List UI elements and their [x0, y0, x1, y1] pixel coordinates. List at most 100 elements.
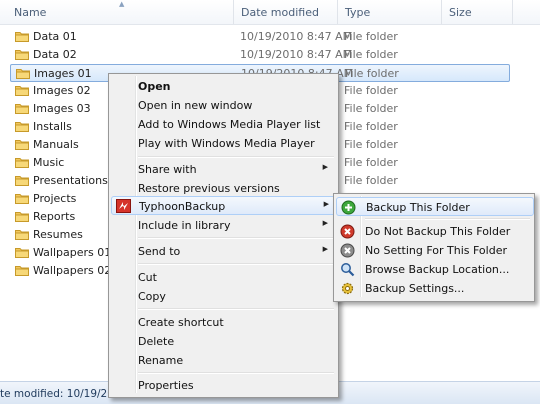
folder-icon	[15, 157, 29, 168]
file-type: File folder	[344, 102, 398, 115]
menu-item-label: Include in library	[138, 219, 231, 232]
menu-item-cut[interactable]: Cut	[111, 268, 336, 287]
column-divider[interactable]	[441, 0, 442, 24]
column-name[interactable]: Name	[14, 6, 46, 19]
file-type: File folder	[344, 84, 398, 97]
folder-icon	[15, 121, 29, 132]
file-name: Reports	[33, 210, 76, 223]
menu-item-label: Delete	[138, 335, 175, 348]
menu-item-share-with[interactable]: Share with ▶	[111, 160, 336, 179]
submenu-arrow-icon: ▶	[322, 219, 328, 227]
menu-separator	[138, 237, 334, 239]
folder-icon	[15, 193, 29, 204]
menu-separator	[138, 263, 334, 265]
menu-item-typhoon-backup[interactable]: TyphoonBackup ▶	[111, 196, 338, 215]
file-name: Wallpapers 01	[33, 246, 112, 259]
file-date: 10/19/2010 8:47 AM	[240, 48, 353, 61]
typhoon-submenu: Backup This Folder Do Not Backup This Fo…	[333, 193, 535, 302]
menu-item-open-new-window[interactable]: Open in new window	[111, 96, 336, 115]
menu-item-label: Do Not Backup This Folder	[365, 225, 511, 238]
menu-item-label: Open	[138, 80, 171, 93]
menu-item-label: Backup This Folder	[366, 201, 470, 214]
menu-item-copy[interactable]: Copy	[111, 287, 336, 306]
folder-icon	[15, 175, 29, 186]
magnifier-icon	[340, 262, 355, 277]
menu-item-label: Open in new window	[138, 99, 253, 112]
menu-item-rename[interactable]: Rename	[111, 351, 336, 370]
folder-icon	[15, 265, 29, 276]
menu-item-label: Rename	[138, 354, 184, 367]
gear-icon	[340, 281, 355, 296]
file-row[interactable]: Data 01 10/19/2010 8:47 AM File folder	[10, 28, 508, 46]
menu-item-include-library[interactable]: Include in library ▶	[111, 216, 336, 235]
menu-item-play-wmp[interactable]: Play with Windows Media Player	[111, 134, 336, 153]
file-name: Images 01	[34, 67, 92, 80]
menu-item-backup-folder[interactable]: Backup This Folder	[336, 197, 534, 216]
file-name: Images 03	[33, 102, 91, 115]
gray-x-icon	[340, 243, 355, 258]
folder-icon	[15, 31, 29, 42]
sort-ascending-icon: ▲	[119, 0, 125, 8]
menu-item-browse-location[interactable]: Browse Backup Location...	[336, 260, 532, 279]
green-plus-icon	[341, 200, 356, 215]
file-type: File folder	[344, 30, 398, 43]
menu-item-properties[interactable]: Properties	[111, 376, 336, 395]
file-type: File folder	[344, 48, 398, 61]
column-type[interactable]: Type	[345, 6, 370, 19]
folder-icon	[15, 85, 29, 96]
menu-item-create-shortcut[interactable]: Create shortcut	[111, 313, 336, 332]
file-name: Installs	[33, 120, 72, 133]
folder-icon	[15, 103, 29, 114]
file-name: Images 02	[33, 84, 91, 97]
file-type: File folder	[344, 156, 398, 169]
menu-item-label: Play with Windows Media Player	[138, 137, 315, 150]
menu-item-add-wmp-list[interactable]: Add to Windows Media Player list	[111, 115, 336, 134]
menu-item-label: Send to	[138, 245, 181, 258]
menu-item-label: Create shortcut	[138, 316, 224, 329]
menu-separator	[138, 156, 334, 158]
file-name: Projects	[33, 192, 77, 205]
file-name: Data 02	[33, 48, 77, 61]
menu-item-label: TyphoonBackup	[139, 200, 226, 213]
submenu-arrow-icon: ▶	[322, 245, 328, 253]
red-x-icon	[340, 224, 355, 239]
menu-item-label: Cut	[138, 271, 157, 284]
file-name: Resumes	[33, 228, 83, 241]
submenu-arrow-icon: ▶	[322, 163, 328, 171]
column-divider[interactable]	[512, 0, 513, 24]
file-name: Data 01	[33, 30, 77, 43]
folder-icon	[15, 211, 29, 222]
typhoon-backup-icon	[116, 199, 131, 213]
menu-item-delete[interactable]: Delete	[111, 332, 336, 351]
column-header: ▲ Name Date modified Type Size	[0, 0, 540, 25]
file-type: File folder	[345, 67, 399, 80]
column-size[interactable]: Size	[449, 6, 472, 19]
menu-separator	[138, 372, 334, 374]
menu-item-no-setting[interactable]: No Setting For This Folder	[336, 241, 532, 260]
file-name: Presentations	[33, 174, 108, 187]
column-divider[interactable]	[233, 0, 234, 24]
file-row[interactable]: Data 02 10/19/2010 8:47 AM File folder	[10, 46, 508, 64]
menu-item-label: No Setting For This Folder	[365, 244, 507, 257]
folder-icon	[15, 247, 29, 258]
column-date-modified[interactable]: Date modified	[241, 6, 319, 19]
file-type: File folder	[344, 174, 398, 187]
menu-item-label: Backup Settings...	[365, 282, 465, 295]
menu-separator	[365, 218, 530, 220]
folder-icon	[15, 229, 29, 240]
folder-icon	[15, 139, 29, 150]
menu-item-send-to[interactable]: Send to ▶	[111, 242, 336, 261]
file-type: File folder	[344, 138, 398, 151]
submenu-arrow-icon: ▶	[323, 200, 329, 208]
menu-item-do-not-backup[interactable]: Do Not Backup This Folder	[336, 222, 532, 241]
column-divider[interactable]	[337, 0, 338, 24]
menu-separator	[138, 308, 334, 310]
folder-icon	[16, 68, 30, 79]
menu-item-open[interactable]: Open	[111, 77, 336, 96]
menu-item-label: Browse Backup Location...	[365, 263, 510, 276]
menu-item-backup-settings[interactable]: Backup Settings...	[336, 279, 532, 298]
file-name: Manuals	[33, 138, 79, 151]
file-name: Music	[33, 156, 65, 169]
context-menu: Open Open in new window Add to Windows M…	[108, 73, 339, 398]
file-date: 10/19/2010 8:47 AM	[240, 30, 353, 43]
